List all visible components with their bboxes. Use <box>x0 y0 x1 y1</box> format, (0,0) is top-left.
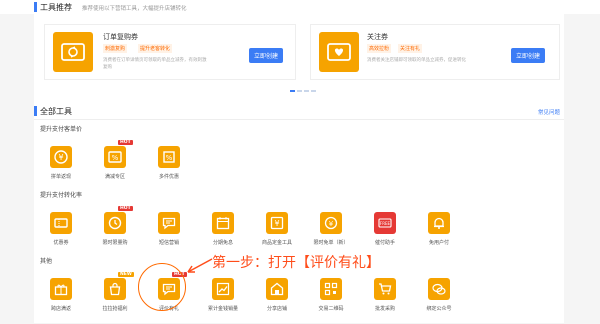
tool-wholesale[interactable]: 批发采购 <box>366 278 416 324</box>
left-margin <box>0 0 34 323</box>
percent-box-icon: % <box>158 146 180 168</box>
all-tools-title: 全部工具 <box>40 107 72 116</box>
percent-tag-icon: % <box>104 146 126 168</box>
carousel-dot[interactable] <box>311 90 316 92</box>
tool-label: 催付助手 <box>374 240 395 246</box>
svg-text:¥: ¥ <box>329 220 334 228</box>
highlight-circle <box>138 263 186 311</box>
tool-multi-discount[interactable]: % 多件优惠 <box>150 146 200 192</box>
tool-label: 满减专区 <box>104 174 125 180</box>
new-badge: NEW <box>118 272 134 277</box>
tool-flash-sale[interactable]: HOT 限时限量购 <box>96 206 146 258</box>
coupon-cycle-icon <box>53 32 93 72</box>
tool-sales-count[interactable]: 累计金钱销量 <box>204 278 254 324</box>
tool-label: 限时限量购 <box>102 240 128 246</box>
wechat-icon <box>428 278 450 300</box>
yen-coin-icon: ¥ <box>50 146 72 168</box>
coupon-heart-icon <box>319 32 359 72</box>
yen-box-icon: ¥ <box>266 212 288 234</box>
create-button[interactable]: 立即创建 <box>511 48 546 63</box>
card-desc: 消费者在订单详情页可领取的单品立减券，有效刺激 <box>103 58 207 63</box>
tool-label: 批发采购 <box>374 306 395 312</box>
tool-label: 累计金钱销量 <box>207 306 238 312</box>
carousel-dot[interactable] <box>290 90 295 92</box>
svg-text:¥: ¥ <box>58 153 63 162</box>
section-bar <box>34 106 37 116</box>
recommend-header: 工具推荐 推荐使用以下营销工具，大幅提升店铺转化 <box>0 0 600 14</box>
tool-full-reduction[interactable]: % HOT 满减专区 <box>96 140 146 192</box>
bell-icon <box>428 212 450 234</box>
tool-label: 跨店满返 <box>50 306 71 312</box>
card-title: 关注券 <box>367 33 388 41</box>
clock-icon <box>104 212 126 234</box>
tool-label: 商品定金工具 <box>261 240 292 246</box>
tool-label: 分享店铺 <box>266 306 287 312</box>
group-label: 提升支付客单价 <box>40 126 83 133</box>
card-title: 订单复购券 <box>103 33 138 41</box>
ticket-icon <box>50 212 72 234</box>
calendar-icon <box>212 212 234 234</box>
tool-label: 拉拉抢福利 <box>102 306 128 312</box>
card-tag: 刺激复购 <box>103 44 128 53</box>
qrcode-icon <box>320 278 342 300</box>
tool-coupon[interactable]: 优惠券 <box>42 212 92 258</box>
tool-label: 免用户付 <box>428 240 449 246</box>
card-tag: 提升老客转化 <box>138 44 173 53</box>
card-desc: 消费者关注店铺即可领取的单品立减券，促进转化 <box>367 58 466 63</box>
create-button[interactable]: 立即创建 <box>249 48 284 63</box>
faq-link[interactable]: 常见问题 <box>538 108 560 116</box>
card-follow-coupon[interactable]: 关注券 高效拉粉 关注有礼 消费者关注店铺即可领取的单品立减券，促进转化 立即创… <box>310 24 560 80</box>
tool-label: 短信营销 <box>158 240 179 246</box>
step-annotation: 第一步：打开【评价有礼】 <box>212 255 380 271</box>
tool-cross-store-rebate[interactable]: 跨店满返 <box>42 278 92 324</box>
tool-pindan-cashback[interactable]: ¥ 拼单返现 <box>42 146 92 192</box>
tool-share-store[interactable]: 分享店铺 <box>258 278 308 324</box>
tool-bind-wechat[interactable]: 绑定公众号 <box>420 278 470 324</box>
tool-no-pay[interactable]: 免用户付 <box>420 212 470 258</box>
svg-text:%: % <box>166 154 173 162</box>
tool-label: 绑定公众号 <box>426 306 452 312</box>
carousel-dot[interactable] <box>297 90 302 92</box>
store-icon <box>266 278 288 300</box>
group-label: 提升支付转化率 <box>40 192 83 199</box>
arrow-icon <box>187 258 213 273</box>
tool-label: 限时免单（新） <box>313 240 349 246</box>
gift-bag-icon <box>104 278 126 300</box>
tool-label: 多件优惠 <box>158 174 179 180</box>
recommend-title: 工具推荐 <box>40 3 72 12</box>
gift-icon <box>50 278 72 300</box>
tool-label: 优惠券 <box>53 240 69 246</box>
message-icon <box>158 212 180 234</box>
divider <box>34 119 564 120</box>
tool-label: 交易二维码 <box>318 306 344 312</box>
chart-icon <box>212 278 234 300</box>
tool-label: 分期免息 <box>212 240 233 246</box>
free-icon: FREE <box>374 212 396 234</box>
tool-label: 拼单返现 <box>50 174 71 180</box>
cart-icon <box>374 278 396 300</box>
svg-text:¥: ¥ <box>274 219 279 228</box>
hot-badge: HOT <box>118 140 133 145</box>
card-desc-line2: 复购 <box>103 65 112 70</box>
yen-clock-icon: ¥ <box>320 212 342 234</box>
recommend-desc: 推荐使用以下营销工具，大幅提升店铺转化 <box>82 6 187 12</box>
svg-text:%: % <box>112 154 119 162</box>
section-bar <box>34 2 37 12</box>
carousel-dot[interactable] <box>304 90 309 92</box>
hot-badge: HOT <box>118 206 133 211</box>
group-label: 其他 <box>40 258 53 265</box>
card-tag: 关注有礼 <box>398 44 423 53</box>
tool-trade-qrcode[interactable]: 交易二维码 <box>312 278 362 324</box>
card-order-coupon[interactable]: 订单复购券 刺激复购 提升老客转化 消费者在订单详情页可领取的单品立减券，有效刺… <box>44 24 296 80</box>
card-tag: 高效拉粉 <box>367 44 392 53</box>
svg-text:FREE: FREE <box>380 221 391 226</box>
